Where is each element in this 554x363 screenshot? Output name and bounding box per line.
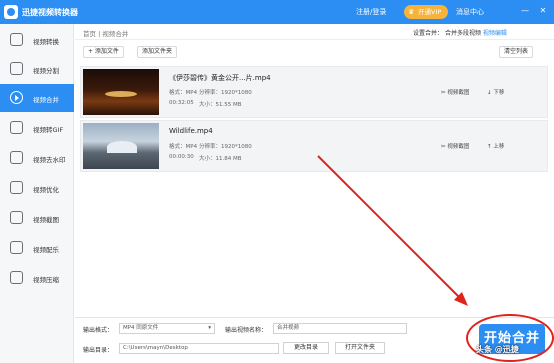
add-folder-button[interactable]: 添加文件夹 [137, 46, 178, 58]
format-info: 格式：MP4 [169, 142, 197, 150]
sidebar-item-label: 视频配乐 [33, 246, 59, 254]
video-screenshot-button[interactable]: ✂ 视频截图 [441, 142, 469, 150]
sidebar-item-label: 视频分割 [33, 67, 59, 75]
output-format-select[interactable]: MP4 同原文件 ▾ [119, 323, 215, 334]
watermark-text: 头条 @迅捷 [476, 345, 519, 354]
size-value: 11.84 MB [215, 156, 242, 162]
sidebar-item-label: 视频压缩 [33, 276, 59, 284]
app-logo-icon [4, 5, 18, 19]
merge-setting: 设置合并： 合并多段视频 视频编辑 [413, 28, 507, 37]
sidebar-item-label: 视频合并 [33, 96, 59, 104]
sidebar-item-compress[interactable]: 视频压缩 [0, 264, 74, 292]
sidebar-item-video-convert[interactable]: 视频转换 [0, 26, 74, 54]
format-info: 格式：MP4 [169, 88, 197, 96]
sidebar-item-video-gif[interactable]: 视频转GIF [0, 114, 74, 142]
file-row[interactable]: 《伊莎碧传》黄金公开...片.mp4 格式：MP4 分辨率：1920*1080 … [80, 66, 548, 118]
sidebar-item-label: 视频截图 [33, 216, 59, 224]
change-dir-button[interactable]: 更改目录 [283, 342, 329, 354]
video-merge-icon [10, 91, 23, 104]
breadcrumb-home[interactable]: 首页 [83, 30, 96, 38]
output-name-input[interactable]: 合并视频 [273, 323, 407, 334]
output-format-value: MP4 同原文件 [123, 325, 159, 331]
size-value: 51.55 MB [215, 102, 242, 108]
music-icon [10, 241, 23, 254]
video-optimize-icon [10, 181, 23, 194]
open-folder-button[interactable]: 打开文件夹 [335, 342, 385, 354]
sidebar-item-video-optimize[interactable]: 视频优化 [0, 174, 74, 202]
resolution-info: 分辨率：1920*1080 [199, 142, 252, 150]
output-format-label: 输出格式： [83, 327, 114, 334]
close-button[interactable]: ✕ [538, 6, 548, 16]
sidebar-item-label: 视频优化 [33, 186, 59, 194]
size-label: 大小： [199, 102, 216, 108]
move-down-label: 下移 [493, 90, 505, 96]
breadcrumb-separator: | [98, 30, 101, 38]
merge-setting-value[interactable]: 合并多段视频 [445, 30, 481, 37]
size-label: 大小： [199, 156, 216, 162]
resolution-value: 1920*1080 [221, 144, 252, 150]
vip-button[interactable]: 开通VIP [404, 5, 448, 19]
title-bar: 迅捷视频转换器 注册/登录 开通VIP 消息中心 — ✕ [0, 0, 554, 24]
watermark-remove-icon [10, 151, 23, 164]
minimize-button[interactable]: — [520, 6, 530, 16]
resolution-info: 分辨率：1920*1080 [199, 88, 252, 96]
gif-icon [10, 121, 23, 134]
sidebar-item-label: 视频转GIF [33, 126, 64, 134]
sidebar-item-video-merge[interactable]: 视频合并 [0, 84, 74, 112]
file-name: 《伊莎碧传》黄金公开...片.mp4 [169, 74, 271, 82]
merge-setting-label: 设置合并： [413, 30, 444, 37]
duration-value: 00:32:05 [169, 100, 194, 106]
breadcrumb-current: 视频合并 [102, 30, 129, 38]
resolution-label: 分辨率： [199, 144, 222, 150]
video-screenshot-button[interactable]: ✂ 视频截图 [441, 88, 469, 96]
breadcrumb: 首页 | 视频合并 [83, 28, 128, 38]
screenshot-icon [10, 211, 23, 224]
video-split-icon [10, 62, 23, 75]
message-center-link[interactable]: 消息中心 [456, 7, 484, 17]
format-value: MP4 [185, 90, 198, 96]
toolbar: + 添加文件 添加文件夹 清空列表 [75, 40, 554, 62]
resolution-label: 分辨率： [199, 90, 222, 96]
size-info: 大小：51.55 MB [199, 100, 242, 108]
breadcrumb-bar: 首页 | 视频合并 设置合并： 合并多段视频 视频编辑 [75, 24, 554, 40]
move-up-button[interactable]: ↑ 上移 [487, 142, 504, 150]
sidebar-item-video-split[interactable]: 视频分割 [0, 55, 74, 83]
app-title: 迅捷视频转换器 [22, 8, 78, 17]
video-thumbnail [83, 123, 159, 169]
video-thumbnail [83, 69, 159, 115]
format-label: 格式： [169, 90, 186, 96]
compress-icon [10, 271, 23, 284]
login-link[interactable]: 注册/登录 [356, 7, 386, 17]
sidebar-item-screenshot[interactable]: 视频截图 [0, 204, 74, 232]
clear-list-button[interactable]: 清空列表 [499, 46, 534, 58]
screenshot-label: 视频截图 [447, 90, 470, 96]
file-name: Wildlife.mp4 [169, 127, 213, 135]
move-up-label: 上移 [493, 144, 505, 150]
format-value: MP4 [185, 144, 198, 150]
output-dir-input[interactable]: C:\Users\mayn\Desktop [119, 343, 279, 354]
sidebar: 视频转换 视频分割 视频合并 视频转GIF 视频去水印 视频优化 视频截图 视频… [0, 24, 74, 363]
sidebar-item-label: 视频转换 [33, 38, 59, 46]
output-dir-label: 输出目录： [83, 347, 114, 354]
screenshot-label: 视频截图 [447, 144, 470, 150]
resolution-value: 1920*1080 [221, 90, 252, 96]
duration-value: 00:00:30 [169, 154, 194, 160]
sidebar-item-music[interactable]: 视频配乐 [0, 234, 74, 262]
sidebar-item-watermark-remove[interactable]: 视频去水印 [0, 144, 74, 172]
size-info: 大小：11.84 MB [199, 154, 242, 162]
file-row[interactable]: Wildlife.mp4 格式：MP4 分辨率：1920*1080 00:00:… [80, 120, 548, 172]
video-edit-link[interactable]: 视频编辑 [483, 30, 507, 37]
chevron-down-icon: ▾ [208, 325, 211, 331]
output-name-label: 输出视频名称： [225, 327, 268, 334]
format-label: 格式： [169, 144, 186, 150]
add-file-button[interactable]: + 添加文件 [83, 46, 124, 58]
move-down-button[interactable]: ↓ 下移 [487, 88, 504, 96]
video-convert-icon [10, 33, 23, 46]
sidebar-item-label: 视频去水印 [33, 156, 66, 164]
